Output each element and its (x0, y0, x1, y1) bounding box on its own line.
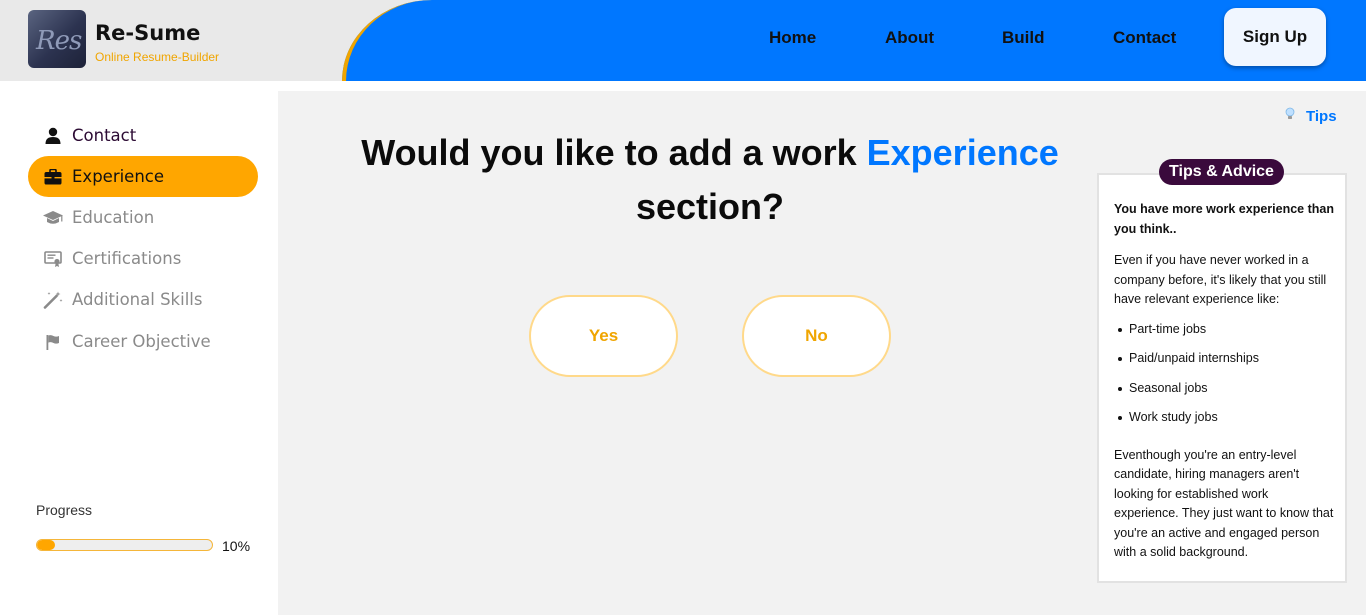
question-text-end: section? (635, 186, 785, 227)
progress-bar (36, 539, 213, 551)
tips-list-item: Work study jobs (1114, 408, 1334, 428)
user-icon (28, 127, 72, 144)
sidebar-item-additional-skills[interactable]: Additional Skills (28, 279, 258, 320)
sidebar-item-label: Experience (72, 167, 165, 186)
sidebar-item-career-objective[interactable]: Career Objective (28, 321, 258, 362)
top-navbar: Res Re-Sume Online Resume-Builder Home A… (0, 0, 1366, 81)
tips-intro: Even if you have never worked in a compa… (1114, 253, 1327, 306)
sidebar-item-label: Education (72, 208, 155, 227)
tips-list-item: Seasonal jobs (1114, 379, 1334, 399)
tips-list-item: Paid/unpaid internships (1114, 349, 1334, 369)
question-highlight: Experience (866, 132, 1059, 173)
brand-tagline: Online Resume-Builder (95, 50, 220, 64)
tips-link[interactable]: Tips (1284, 107, 1337, 126)
graduation-cap-icon (28, 210, 72, 226)
tips-badge: Tips & Advice (1159, 159, 1284, 185)
magic-wand-icon (28, 291, 72, 309)
progress-value: 10% (222, 538, 251, 554)
progress-bar-fill (37, 540, 55, 550)
sidebar-item-certifications[interactable]: Certifications (28, 238, 258, 279)
certificate-icon (28, 250, 72, 267)
tips-heading: You have more work experience than you t… (1114, 202, 1334, 236)
question-text-start: Would you like to add a work (361, 132, 857, 173)
no-button[interactable]: No (742, 295, 891, 377)
lightbulb-icon (1284, 107, 1296, 126)
brand-logo[interactable]: Res (28, 10, 86, 68)
sidebar-item-label: Career Objective (72, 332, 211, 351)
tips-content: You have more work experience than you t… (1114, 200, 1334, 573)
logo-text: Res (36, 26, 82, 56)
navbar-blue-band (342, 0, 1366, 81)
sidebar-item-label: Contact (72, 126, 137, 145)
page-question: Would you like to add a work Experience … (310, 126, 1110, 234)
sidebar-item-education[interactable]: Education (28, 197, 258, 238)
nav-home-link[interactable]: Home (769, 28, 816, 48)
sidebar-item-experience[interactable]: Experience (28, 156, 258, 197)
tips-outro: Eventhough you're an entry-level candida… (1114, 447, 1334, 560)
sidebar-item-contact[interactable]: Contact (28, 115, 258, 156)
sidebar-item-label: Certifications (72, 249, 182, 268)
sidebar-item-label: Additional Skills (72, 290, 203, 309)
yes-button[interactable]: Yes (529, 295, 678, 377)
nav-contact-link[interactable]: Contact (1113, 28, 1176, 48)
progress-label: Progress (36, 502, 93, 518)
tips-link-label: Tips (1306, 108, 1337, 125)
briefcase-icon (28, 168, 72, 185)
nav-build-link[interactable]: Build (1002, 28, 1045, 48)
nav-about-link[interactable]: About (885, 28, 934, 48)
brand-name[interactable]: Re-Sume (95, 21, 200, 45)
tips-list-item: Part-time jobs (1114, 320, 1334, 340)
navbar-orange-edge (342, 0, 432, 81)
tips-list: Part-time jobs Paid/unpaid internships S… (1114, 320, 1334, 428)
flag-icon (28, 334, 72, 350)
sign-up-button[interactable]: Sign Up (1224, 8, 1326, 66)
